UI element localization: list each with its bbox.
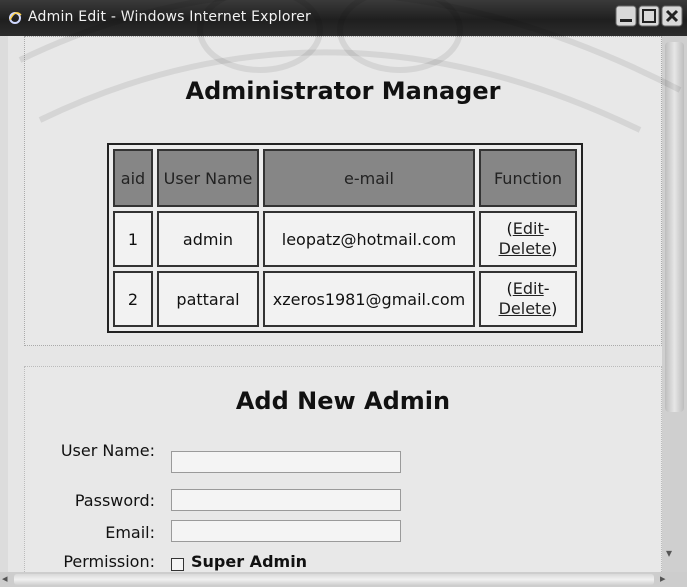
- edit-link[interactable]: Edit: [513, 219, 544, 238]
- email-field[interactable]: [171, 520, 401, 542]
- cell-aid: 1: [113, 211, 153, 267]
- cell-username: admin: [157, 211, 259, 267]
- delete-link[interactable]: Delete: [499, 239, 552, 258]
- paren-close: ): [551, 239, 558, 258]
- maximize-icon[interactable]: [638, 5, 660, 27]
- cell-function: (Edit- Delete): [479, 211, 577, 267]
- table-row: 2 pattaral xzeros1981@gmail.com (Edit- De…: [113, 271, 577, 327]
- cell-aid: 2: [113, 271, 153, 327]
- window-title: Admin Edit - Windows Internet Explorer: [28, 9, 312, 25]
- browser-window: Admin Edit - Windows Internet Explorer A…: [0, 0, 687, 587]
- close-icon[interactable]: [661, 5, 683, 27]
- email-label: Email:: [105, 523, 155, 542]
- table-header-row: aid User Name e-mail Function: [113, 149, 577, 207]
- permission-label: Permission:: [63, 552, 155, 571]
- cell-email: leopatz@hotmail.com: [263, 211, 475, 267]
- scroll-right-icon[interactable]: ▸: [660, 572, 666, 585]
- minimize-icon[interactable]: [615, 5, 637, 27]
- page-title: Administrator Manager: [185, 77, 501, 105]
- column-header-aid: aid: [113, 149, 153, 207]
- column-header-username: User Name: [157, 149, 259, 207]
- table-row: 1 admin leopatz@hotmail.com (Edit- Delete…: [113, 211, 577, 267]
- cell-username: pattaral: [157, 271, 259, 327]
- admin-table: aid User Name e-mail Function 1 admin le…: [107, 143, 583, 333]
- add-admin-panel: Add New Admin User Name: Password: Email…: [24, 366, 662, 587]
- paren-close: ): [551, 299, 558, 318]
- cell-email: xzeros1981@gmail.com: [263, 271, 475, 327]
- ie-icon: [9, 12, 22, 24]
- username-field[interactable]: [171, 451, 401, 473]
- admin-manager-panel: Administrator Manager aid User Name e-ma…: [24, 36, 662, 346]
- section-title: Add New Admin: [235, 387, 451, 415]
- edit-link[interactable]: Edit: [513, 279, 544, 298]
- vertical-scrollbar[interactable]: [662, 36, 687, 572]
- password-field[interactable]: [171, 489, 401, 511]
- username-label: User Name:: [60, 441, 155, 460]
- horizontal-scrollbar[interactable]: ◂ ▸: [0, 572, 687, 587]
- cell-function: (Edit- Delete): [479, 271, 577, 327]
- link-separator: -: [543, 279, 550, 298]
- delete-link[interactable]: Delete: [499, 299, 552, 318]
- super-admin-checkbox[interactable]: [171, 558, 184, 571]
- link-separator: -: [543, 219, 550, 238]
- column-header-function: Function: [479, 149, 577, 207]
- scroll-down-icon[interactable]: ▾: [666, 546, 672, 560]
- column-header-email: e-mail: [263, 149, 475, 207]
- page-content: Administrator Manager aid User Name e-ma…: [8, 36, 662, 587]
- scrollbar-thumb[interactable]: [14, 574, 654, 585]
- password-label: Password:: [74, 491, 155, 510]
- scrollbar-thumb[interactable]: [665, 42, 684, 412]
- scroll-left-icon[interactable]: ◂: [2, 572, 8, 585]
- super-admin-label: Super Admin: [191, 552, 308, 571]
- title-bar: Admin Edit - Windows Internet Explorer: [0, 0, 687, 36]
